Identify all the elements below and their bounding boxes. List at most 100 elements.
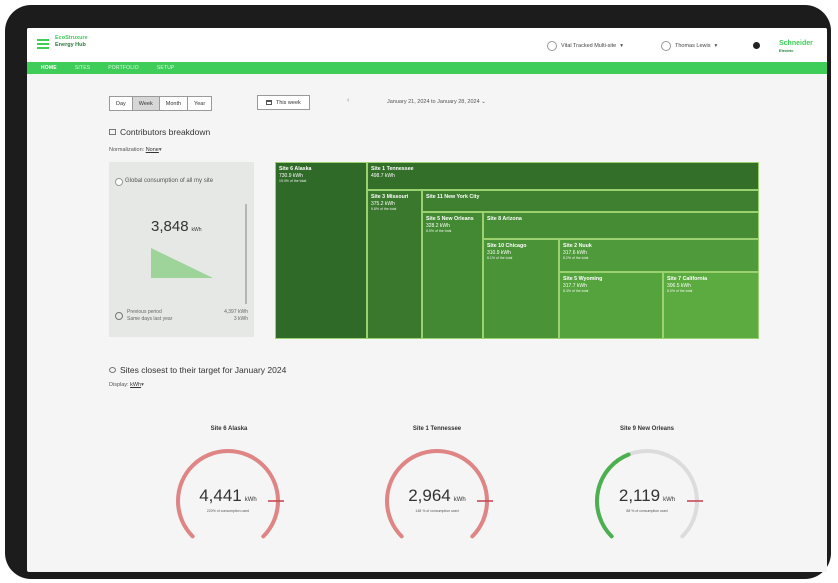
tab-setup[interactable]: SETUP [157,65,175,71]
gauge-1-value: 4,441 kWh [168,486,288,506]
period-month-button[interactable]: Month [158,96,189,111]
device-frame: EcoStruxure Energy Hub Vital Tracked Mul… [5,5,831,579]
gauge-value-unit: kWh [663,497,676,503]
targets-heading: Sites closest to their target for Januar… [109,365,286,375]
tile-percent: 9.8% of the total [371,207,397,211]
gauge-2-title: Site 1 Tennessee [412,426,462,432]
comparison-block: Previous period Same days last year 4,39… [115,309,248,323]
chevron-down-icon: ▾ [158,147,162,153]
user-icon [661,41,671,51]
gauge-value-unit: kWh [453,497,466,503]
consumption-treemap: Site 6 Alaska 730.9 kWh 19.0% of the tot… [275,162,759,339]
tile-value: 498.7 kWh [371,172,395,179]
global-consumption-card[interactable]: Global consumption of all my site 3,848 k… [109,162,254,337]
chevron-down-icon: ⌄ [481,99,486,105]
treemap-tile[interactable]: Site 5 Wyoming 317.7 kWh 8.3% of the tot… [559,272,663,339]
period-selector: Day Week Month Year [109,96,213,111]
treemap-tile[interactable]: Site 1 Tennessee 498.7 kWh [367,162,759,190]
site-selector-label: Vital Tracked Multi-site [561,43,617,49]
treemap-tile[interactable]: Site 2 Nuuk 317.6 kWh 8.2% of the total [559,239,759,272]
treemap-tile[interactable]: Site 6 Alaska 730.9 kWh 19.0% of the tot… [275,162,367,339]
display-control[interactable]: Display: kWh▾ [109,382,144,388]
gauge-3-title: Site 9 New Orleans [619,426,675,432]
previous-period-icon[interactable]: ‹ [347,97,349,104]
tile-percent: 8.1% of the total [487,256,513,260]
treemap-tile[interactable]: Site 8 Arizona [483,212,759,239]
clock-icon [115,312,123,320]
gauge-2-caption: 148 % of consumption used [415,509,459,513]
site-icon [547,41,557,51]
display-label: Display: [109,382,129,388]
tab-sites[interactable]: SITES [75,65,90,71]
gauge-3-value: 2,119 kWh [587,486,707,506]
period-year-button[interactable]: Year [187,96,213,111]
brand-logo[interactable]: EcoStruxure Energy Hub [55,35,88,49]
treemap-tile[interactable]: Site 10 Chicago 310.9 kWh 8.1% of the to… [483,239,559,339]
gauge-1-caption: 220% of consumption used [206,509,250,513]
tile-name: Site 8 Arizona [487,216,522,222]
previous-period-value: 4,397 kWh [224,309,248,315]
global-consumption-value: 3,848 kWh [151,218,202,235]
gauge-value-unit: kWh [244,497,257,503]
date-range-picker[interactable]: January 21, 2024 to January 28, 2024 ⌄ [387,99,486,105]
treemap-tile[interactable]: Site 3 Missouri 375.2 kWh 9.8% of the to… [367,190,422,339]
breakdown-heading: Contributors breakdown [109,127,210,137]
chevron-down-icon: ▾ [141,382,144,388]
tile-percent: 8.5% of the total [426,229,452,233]
date-range-label: January 21, 2024 to January 28, 2024 [387,99,480,105]
normalization-control[interactable]: Normalization: None▾ [109,147,162,153]
gauge-value-number: 2,119 [618,486,661,505]
this-week-label: This week [276,99,301,106]
hamburger-menu-icon[interactable] [37,39,49,49]
normalization-value: None [145,147,159,153]
tile-percent: 8.0% of the total [667,289,693,293]
logo-sub: Electric [779,48,794,53]
gauge-1-title: Site 6 Alaska [210,426,248,432]
tile-percent: 8.2% of the total [563,256,589,260]
app-screen: EcoStruxure Energy Hub Vital Tracked Mul… [27,28,827,572]
gauge-value-number: 4,441 [199,486,242,505]
brand-product: Energy Hub [55,42,86,48]
chevron-down-icon: ▾ [620,43,623,49]
logo-name: Schneider [779,40,813,47]
main-nav: HOME SITES PORTFOLIO SETUP [27,62,827,74]
gauge-value-number: 2,964 [408,486,451,505]
targets-title: Sites closest to their target for Januar… [120,365,287,375]
tile-percent: 19.0% of the total [279,179,307,183]
previous-period-label: Previous period [127,309,162,315]
global-consumption-title: Global consumption of all my site [125,178,214,184]
target-icon [109,367,116,373]
period-week-button[interactable]: Week [131,96,160,111]
trend-down-icon [151,248,213,278]
user-selector[interactable]: Thomas Lewis ▾ [661,40,717,52]
chevron-down-icon: ▾ [714,43,718,49]
treemap-tile[interactable]: Site 11 New York City [422,190,759,212]
same-days-value: 3 kWh [233,316,248,322]
gauge-2-value: 2,964 kWh [377,486,497,506]
treemap-tile[interactable]: Site 7 California 306.5 kWh 8.0% of the … [663,272,759,339]
normalization-label: Normalization: [109,147,145,153]
tab-home[interactable]: HOME [41,65,57,71]
card-scrollbar[interactable] [245,204,247,304]
calendar-icon [266,100,272,105]
same-days-label: Same days last year [127,316,173,322]
tab-portfolio[interactable]: PORTFOLIO [108,65,139,71]
brand-name: EcoStruxure [55,35,88,41]
treemap-tile[interactable]: Site 5 New Orleans 328.2 kWh 8.5% of the… [422,212,483,339]
site-selector[interactable]: Vital Tracked Multi-site ▾ [547,40,623,52]
gauge-3-caption: 88 % of consumption used [626,509,668,513]
schneider-logo: Schneider Electric [779,40,813,54]
help-icon[interactable] [753,42,760,49]
display-value: kWh [130,382,142,388]
this-week-button[interactable]: This week [257,95,310,110]
breakdown-title: Contributors breakdown [120,127,211,137]
select-radio-icon[interactable] [115,178,123,186]
tile-percent: 8.3% of the total [563,289,589,293]
user-selector-label: Thomas Lewis [675,43,711,49]
global-value-number: 3,848 [151,218,189,235]
breakdown-icon [109,129,116,135]
tile-name: Site 5 New Orleans [426,216,474,222]
global-value-unit: kWh [191,227,202,233]
top-bar: EcoStruxure Energy Hub Vital Tracked Mul… [27,28,827,63]
period-day-button[interactable]: Day [109,96,133,111]
